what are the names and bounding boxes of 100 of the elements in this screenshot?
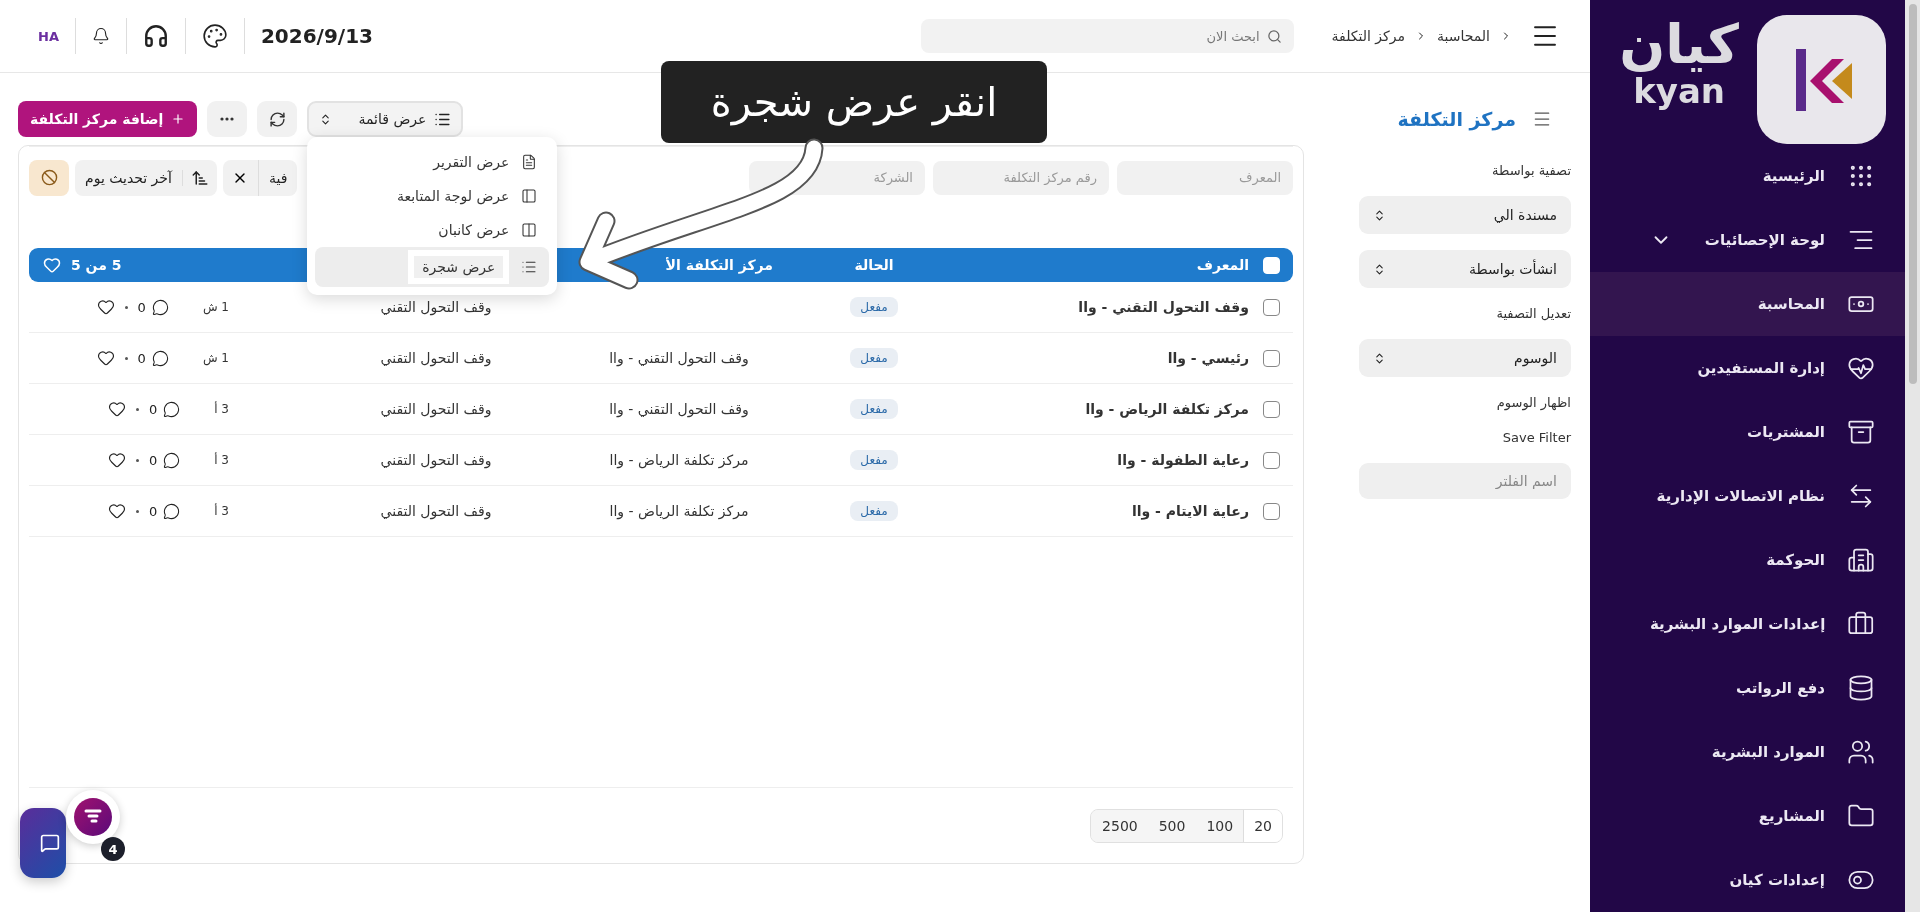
ban-icon <box>40 169 58 186</box>
checkbox[interactable] <box>1262 451 1280 469</box>
sidebar-item[interactable]: المشاريع <box>1590 784 1905 848</box>
table-cell-text: وقف التحول التقني <box>379 452 493 468</box>
sort-chip[interactable]: آخر تحديث يوم <box>75 159 217 196</box>
status-tag: مفعل <box>850 399 898 419</box>
comment-count: 0 <box>148 401 158 417</box>
heart-icon[interactable] <box>96 298 115 316</box>
filter-label: تعديل التصفية <box>1495 305 1571 323</box>
breadcrumb-link[interactable]: مركز التكلفة <box>1331 28 1405 44</box>
comment-icon[interactable] <box>163 400 181 418</box>
filter-label: تصفية بواسطة <box>1491 162 1571 181</box>
table-cell-text: مركز تكلفة الرياض - واا <box>608 503 750 519</box>
more-icon <box>220 117 235 121</box>
table-cell-text: وقف التحول التقني <box>379 350 493 366</box>
heart-icon[interactable] <box>107 502 126 520</box>
sidebar-item[interactable]: إعدادات كيان <box>1590 848 1905 912</box>
headphones-icon[interactable] <box>142 23 169 49</box>
sidebar-item[interactable]: الرئيسية <box>1590 144 1905 208</box>
document-icon <box>521 154 538 170</box>
checkbox[interactable] <box>1262 400 1280 418</box>
bell-icon[interactable] <box>91 27 110 45</box>
sidebar-item[interactable]: المشتريات <box>1590 400 1905 464</box>
scrollbar[interactable] <box>1905 0 1920 912</box>
user-initials[interactable]: HA <box>38 28 59 44</box>
chat-icon <box>40 833 60 853</box>
page-title: مركز التكلفة <box>1397 108 1516 130</box>
column-header: المعرف <box>1195 257 1249 273</box>
time-text: 3 أ <box>214 402 229 416</box>
menu-item[interactable]: عرض كانبان <box>315 213 550 247</box>
time-text: 3 أ <box>214 504 229 518</box>
filter-chip[interactable]: فية <box>222 159 298 196</box>
search-field[interactable]: المعرف <box>1117 160 1293 195</box>
status-tag: مفعل <box>850 501 898 521</box>
record-count: 5 من 5 <box>71 257 122 273</box>
checkbox[interactable] <box>1262 502 1280 520</box>
menu-item[interactable]: عرض لوجة المتابعة <box>315 179 550 213</box>
archive-icon <box>1847 418 1875 446</box>
time-text: 1 ش <box>202 351 229 365</box>
table-cell-text: وقف التحول التقني - واا <box>608 350 750 366</box>
notification-badge: 4 <box>101 837 125 861</box>
filter-label: Save Filter <box>1501 429 1571 447</box>
heart-icon[interactable] <box>107 451 126 469</box>
filter-name-field[interactable]: اسم الفلتر <box>1359 463 1571 499</box>
comment-icon[interactable] <box>163 451 181 469</box>
status-tag: مفعل <box>850 348 898 368</box>
tutorial-tooltip: انقر عرض شجرة <box>661 61 1047 143</box>
sort-arrows-icon <box>1373 351 1386 365</box>
search-field[interactable]: رقم مركز التكلفة <box>933 160 1109 195</box>
panel-icon <box>521 188 538 204</box>
comment-icon[interactable] <box>151 349 169 367</box>
filter-label: اظهار الوسوم <box>1495 394 1571 413</box>
select-field[interactable]: انشأت بواسطة <box>1359 250 1571 288</box>
comment-count: 0 <box>137 299 146 315</box>
logo-text: كيان <box>1619 15 1739 75</box>
table-cell-text: وقف التحول التقني <box>379 299 493 315</box>
checkbox[interactable] <box>1262 349 1280 367</box>
sort-arrows-icon <box>1373 262 1386 276</box>
table-cell-text: وقف التحول التقني <box>379 503 493 519</box>
view-selector[interactable]: عرض قائمة <box>307 101 464 137</box>
sidebar-item[interactable]: لوحة الإحصائيات <box>1590 208 1905 272</box>
chat-button[interactable] <box>20 808 66 878</box>
menu-item[interactable]: عرض شجرة <box>315 247 550 287</box>
sort-icon <box>190 168 209 187</box>
checkbox[interactable] <box>1262 298 1280 316</box>
sidebar-item[interactable]: المحاسبة <box>1590 272 1905 336</box>
search-field[interactable]: ابحث الان <box>920 19 1294 53</box>
comment-count: 0 <box>148 452 158 468</box>
sidebar-item[interactable]: الحوكمة <box>1590 528 1905 592</box>
comment-icon[interactable] <box>163 502 181 520</box>
palette-icon[interactable] <box>201 23 228 49</box>
sidebar-item[interactable]: إدارة المستفيدين <box>1590 336 1905 400</box>
comment-icon[interactable] <box>151 298 169 316</box>
sidebar-item[interactable]: دفع الرواتب <box>1590 656 1905 720</box>
comment-count: 0 <box>148 503 158 519</box>
clear-button[interactable] <box>29 159 69 196</box>
status-tag: مفعل <box>850 297 898 317</box>
sidebar-item[interactable]: نظام الاتصالات الإدارية <box>1590 464 1905 528</box>
select-field[interactable]: الوسوم <box>1359 339 1571 377</box>
table-cell-text: وقف التحول التقني - واا <box>608 401 750 417</box>
building-icon <box>1847 546 1875 574</box>
sidebar-item[interactable]: إعدادات الموارد البشرية <box>1590 592 1905 656</box>
sidebar-item[interactable]: الموارد البشرية <box>1590 720 1905 784</box>
add-button[interactable]: إضافة مركز التكلفة <box>18 101 198 137</box>
table-cell-text: وقف التحول التقني - واا <box>1077 299 1249 315</box>
breadcrumb-link[interactable]: المحاسبة <box>1437 28 1490 44</box>
menu-item[interactable]: عرض التقرير <box>315 145 550 179</box>
logo-subtext: kyan <box>1633 74 1726 109</box>
database-icon <box>1847 674 1875 702</box>
table-cell-text: رئيسي - واا <box>1166 350 1249 366</box>
heart-icon[interactable] <box>96 349 115 367</box>
heart-icon[interactable] <box>107 400 126 418</box>
list-icon <box>521 259 538 275</box>
page-size-option[interactable]: 20 <box>1243 809 1282 842</box>
table-cell-text: وقف التحول التقني <box>379 401 493 417</box>
refresh-button[interactable] <box>257 101 298 137</box>
select-field[interactable]: مسندة الي <box>1359 196 1571 234</box>
assistant-button[interactable] <box>66 790 120 844</box>
table-cell-text: مركز تكلفة الرياض - واا <box>608 452 750 468</box>
date-text: 2026/9/13 <box>260 24 373 48</box>
